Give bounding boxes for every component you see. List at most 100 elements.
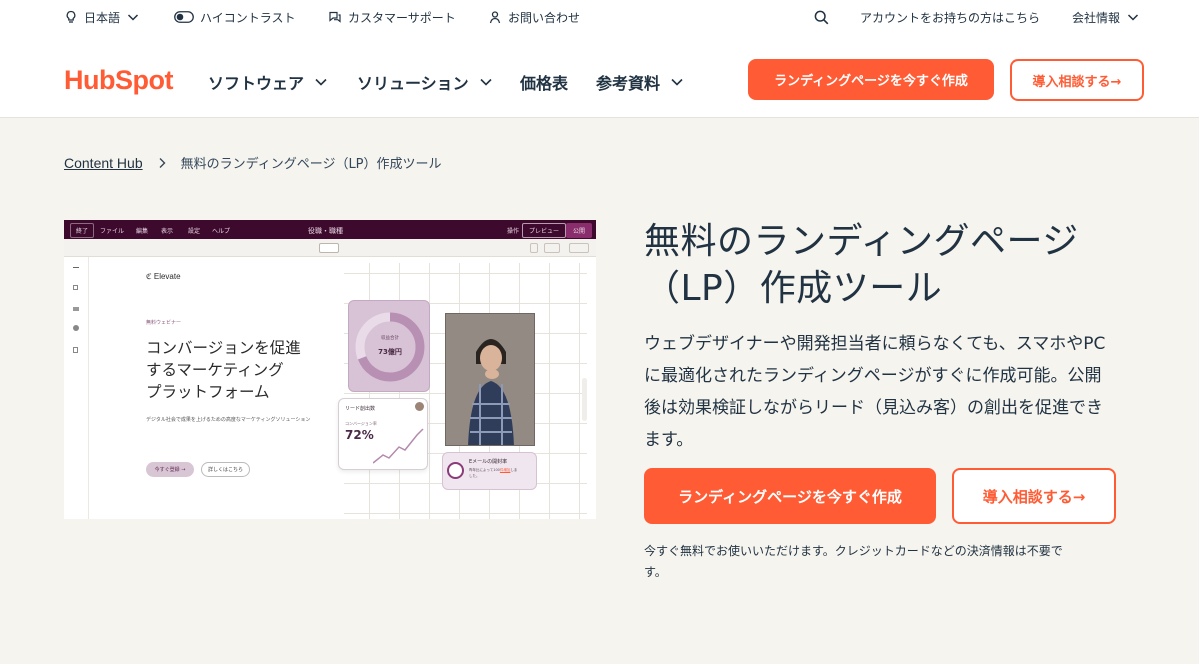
preview-email-text: 昨年比によって100件増加しました。 bbox=[469, 467, 517, 479]
preview-headline-line2: するマーケティング bbox=[146, 361, 284, 379]
preview-headline-line1: コンバージョンを促進 bbox=[146, 339, 301, 357]
preview-revenue-card: 収益合計 73億円 bbox=[348, 300, 430, 392]
editor-menu-view: 表示 bbox=[161, 228, 174, 235]
chat-icon bbox=[329, 11, 341, 23]
search-button[interactable] bbox=[814, 9, 829, 25]
search-icon bbox=[814, 10, 829, 24]
preview-register-button: 今すぐ登録 → bbox=[146, 462, 194, 477]
preview-headline-line3: プラットフォーム bbox=[146, 383, 270, 401]
breadcrumb-current: 無料のランディングページ（LP）作成ツール bbox=[180, 157, 442, 172]
preview-email-text-link: 件増加 bbox=[499, 468, 511, 472]
preview-email-card: Eメールの開封率 昨年比によって100件増加しました。 bbox=[442, 452, 537, 490]
nav-software-label: ソフトウェア bbox=[208, 74, 305, 93]
person-icon bbox=[489, 11, 501, 24]
hero-note: 今すぐ無料でお使いいただけます。クレジットカードなどの決済情報は不要で す。 bbox=[644, 541, 1144, 583]
preview-leads-card: リード創出数 コンバージョン率 72% bbox=[338, 398, 428, 470]
preview-email-text-3: した。 bbox=[469, 474, 480, 478]
nav-solutions-label: ソリューション bbox=[357, 74, 469, 93]
preview-email-title: Eメールの開封率 bbox=[469, 459, 508, 465]
preview-details-button: 詳しくはこちら bbox=[201, 462, 250, 477]
hubspot-logo[interactable]: HubSpot bbox=[64, 64, 173, 96]
contrast-label: ハイコントラスト bbox=[200, 10, 296, 25]
company-info-menu[interactable]: 会社情報 bbox=[1072, 9, 1140, 25]
preview-leads-title: リード創出数 bbox=[345, 406, 376, 412]
preview-register-label: 今すぐ登録 bbox=[154, 467, 180, 473]
high-contrast-toggle[interactable]: ハイコントラスト bbox=[174, 9, 296, 25]
preview-revenue-label: 収益合計 bbox=[381, 336, 399, 341]
preview-subtext: デジタル社会で成果を上げるための高度なマーケティングソリューション bbox=[146, 417, 311, 423]
hero-note-line2: す。 bbox=[644, 565, 667, 579]
nav-software[interactable]: ソフトウェア bbox=[208, 70, 328, 94]
editor-menu-file: ファイル bbox=[100, 228, 125, 235]
chevron-down-icon bbox=[671, 78, 683, 86]
contrast-toggle-icon bbox=[174, 11, 194, 23]
main-navigation: HubSpot ソフトウェア ソリューション 価格表 参考資料 ランディングペー… bbox=[0, 34, 1199, 118]
nav-cta-primary-label: ランディングページを今すぐ作成 bbox=[774, 74, 968, 89]
account-login-link[interactable]: アカウントをお持ちの方はこちら bbox=[860, 9, 1040, 25]
nav-pricing-label: 価格表 bbox=[520, 74, 569, 93]
editor-publish-button: 公開 bbox=[566, 223, 593, 238]
editor-action-label: 操作 bbox=[507, 228, 520, 235]
preview-avatar bbox=[415, 402, 424, 411]
company-label: 会社情報 bbox=[1072, 10, 1121, 25]
hero-desc-line3: 後は効果検証しながらリード（見込み客）の創出を促進でき bbox=[644, 398, 1103, 418]
chevron-right-icon bbox=[159, 157, 166, 168]
editor-preview-button: プレビュー bbox=[522, 223, 567, 238]
editor-canvas: ℭ Elevate 無料ウェビナー コンバージョンを促進 するマーケティング プ… bbox=[89, 263, 587, 519]
envelope-icon bbox=[447, 462, 464, 479]
hero-cta-primary-label: ランディングページを今すぐ作成 bbox=[678, 487, 902, 506]
editor-subtoolbar bbox=[64, 239, 596, 257]
editor-menu-settings: 設定 bbox=[188, 228, 201, 235]
lightbulb-icon bbox=[66, 10, 76, 23]
customer-support-link[interactable]: カスタマーサポート bbox=[328, 9, 456, 25]
hero-description: ウェブデザイナーや開発担当者に頼らなくても、スマホやPC に最適化されたランディ… bbox=[644, 328, 1142, 456]
hero-title: 無料のランディングページ （LP）作成ツール bbox=[644, 218, 1144, 312]
editor-menu-edit: 編集 bbox=[136, 228, 149, 235]
chevron-down-icon bbox=[480, 78, 492, 86]
hero-note-line1: 今すぐ無料でお使いいただけます。クレジットカードなどの決済情報は不要で bbox=[644, 544, 1063, 558]
preview-conversion-value: 72% bbox=[345, 428, 374, 442]
breadcrumb: Content Hub 無料のランディングページ（LP）作成ツール bbox=[64, 153, 442, 173]
trend-line-icon bbox=[373, 428, 424, 464]
breadcrumb-parent-link[interactable]: Content Hub bbox=[64, 155, 143, 171]
preview-email-text-2: しま bbox=[510, 468, 518, 472]
editor-exit-button: 終了 bbox=[70, 223, 95, 238]
hero-desc-line4: ます。 bbox=[644, 430, 694, 450]
hero-desc-line2: に最適化されたランディングページがすぐに作成可能。公開 bbox=[644, 366, 1102, 386]
contact-link[interactable]: お問い合わせ bbox=[488, 9, 580, 25]
hero-cta-secondary-label: 導入相談する→ bbox=[982, 487, 1086, 506]
hero-title-line2: （LP）作成ツール bbox=[644, 268, 943, 309]
support-label: カスタマーサポート bbox=[348, 10, 456, 25]
nav-cta-secondary-label: 導入相談する→ bbox=[1032, 74, 1122, 90]
nav-resources[interactable]: 参考資料 bbox=[596, 70, 684, 94]
product-screenshot: 終了 ファイル 編集 表示 設定 ヘルプ 役職・職種 操作 プレビュー 公開 ℭ… bbox=[64, 220, 596, 519]
hero-title-line1: 無料のランディングページ bbox=[644, 221, 1079, 262]
preview-brand-name: Elevate bbox=[153, 272, 181, 281]
nav-create-landing-page-button[interactable]: ランディングページを今すぐ作成 bbox=[748, 59, 994, 100]
preview-eyebrow: 無料ウェビナー bbox=[146, 320, 182, 326]
hero-consultation-button[interactable]: 導入相談する→ bbox=[952, 468, 1116, 524]
preview-revenue-value: 73億円 bbox=[378, 348, 402, 356]
language-selector[interactable]: 日本語 bbox=[64, 9, 140, 25]
hero-create-landing-page-button[interactable]: ランディングページを今すぐ作成 bbox=[644, 468, 936, 524]
nav-pricing[interactable]: 価格表 bbox=[520, 70, 568, 94]
preview-email-text-1: 昨年比によって100 bbox=[469, 468, 500, 472]
chevron-down-icon bbox=[315, 78, 327, 86]
language-label: 日本語 bbox=[84, 10, 121, 25]
editor-toolbar: 終了 ファイル 編集 表示 設定 ヘルプ 役職・職種 操作 プレビュー 公開 bbox=[64, 220, 596, 239]
preview-brand-logo: ℭ Elevate bbox=[146, 272, 181, 281]
editor-doc-title: 役職・職種 bbox=[308, 227, 343, 235]
account-label: アカウントをお持ちの方はこちら bbox=[860, 10, 1041, 25]
nav-resources-label: 参考資料 bbox=[596, 74, 661, 93]
preview-portrait-photo bbox=[445, 313, 535, 446]
hero-desc-line1: ウェブデザイナーや開発担当者に頼らなくても、スマホやPC bbox=[644, 334, 1106, 354]
preview-side-toolbar bbox=[582, 378, 587, 421]
utility-bar: 日本語 ハイコントラスト カスタマーサポート お問い合わせ アカウントをお持ちの… bbox=[0, 0, 1199, 34]
nav-solutions[interactable]: ソリューション bbox=[357, 70, 493, 94]
chevron-down-icon bbox=[1127, 14, 1139, 21]
nav-consultation-button[interactable]: 導入相談する→ bbox=[1010, 59, 1144, 101]
chevron-down-icon bbox=[127, 14, 139, 21]
preview-headline: コンバージョンを促進 するマーケティング プラットフォーム bbox=[146, 337, 301, 403]
editor-menu-help: ヘルプ bbox=[212, 228, 231, 235]
logo-text: HubSpot bbox=[64, 64, 173, 95]
